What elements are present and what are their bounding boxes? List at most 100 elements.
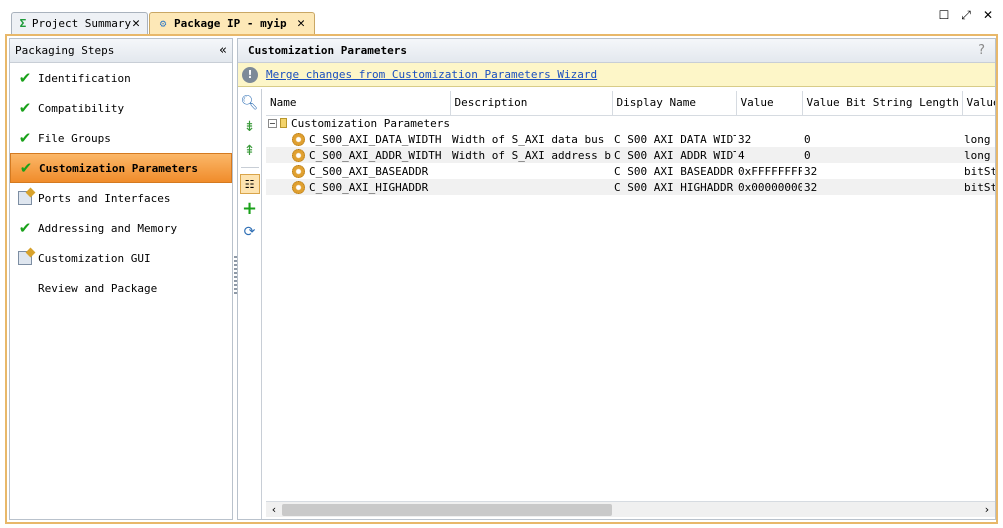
info-icon: ! <box>242 66 258 83</box>
expand-all-icon[interactable]: ⇞ <box>240 141 260 161</box>
tab-label: Project Summary <box>31 17 132 30</box>
param-bit-length: 0 <box>804 132 811 146</box>
step-label: Addressing and Memory <box>38 221 178 235</box>
param-display-name: C S00 AXI HIGHADDR <box>612 179 736 195</box>
collapse-toggle-icon[interactable]: − <box>268 118 277 128</box>
step-addressing-and-memory[interactable]: ✔ Addressing and Memory <box>10 213 232 243</box>
add-icon[interactable]: + <box>240 198 260 219</box>
step-file-groups[interactable]: ✔ File Groups <box>10 123 232 153</box>
collapse-icon[interactable]: « <box>219 43 227 58</box>
help-icon[interactable]: ? <box>978 43 985 58</box>
merge-banner: ! Merge changes from Customization Param… <box>238 63 995 87</box>
column-header-display-name[interactable]: Display Name <box>612 91 737 116</box>
param-name: C_S00_AXI_DATA_WIDTH <box>309 132 442 146</box>
restore-icon[interactable]: ☐ <box>937 8 951 22</box>
step-ports-and-interfaces[interactable]: Ports and Interfaces <box>10 183 232 213</box>
tab-package-ip[interactable]: ⚙ Package IP - myip ✕ <box>149 12 315 34</box>
check-icon: ✔ <box>18 69 32 87</box>
packaging-steps-panel: Packaging Steps « ✔ Identification ✔ Com… <box>9 38 233 520</box>
table-row[interactable]: C_S00_AXI_DATA_WIDTH Width of S_AXI data… <box>266 131 995 147</box>
merge-changes-link[interactable]: Merge changes from Customization Paramet… <box>266 68 597 81</box>
column-header-description[interactable]: Description <box>450 91 613 116</box>
packaging-steps-list: ✔ Identification ✔ Compatibility ✔ File … <box>10 63 232 303</box>
step-label: Ports and Interfaces <box>38 191 171 205</box>
refresh-icon[interactable]: ⟳ <box>240 222 260 242</box>
editor-tab-bar: Σ Project Summary ✕ ⚙ Package IP - myip … <box>0 0 1003 36</box>
param-value-format: bitStr <box>962 179 995 195</box>
param-display-name: C S00 AXI ADDR WIDTH <box>612 147 736 163</box>
panel-title: Customization Parameters <box>248 44 407 57</box>
tab-project-summary[interactable]: Σ Project Summary ✕ <box>11 12 148 34</box>
param-value[interactable]: 32 <box>736 131 802 147</box>
step-label: Review and Package <box>38 281 158 295</box>
package-ip-editor: Packaging Steps « ✔ Identification ✔ Com… <box>5 34 998 524</box>
param-description: Width of S_AXI address bus <box>450 147 612 163</box>
column-header-bit-length[interactable]: Value Bit String Length <box>802 91 963 116</box>
param-value-format: bitStr <box>964 164 995 178</box>
customization-parameters-panel: Customization Parameters ? ! Merge chang… <box>237 38 996 520</box>
table-row[interactable]: C_S00_AXI_BASEADDR C S00 AXI BASEADDR 0x… <box>266 163 995 179</box>
edit-document-icon <box>16 250 34 266</box>
table-row[interactable]: C_S00_AXI_ADDR_WIDTH Width of S_AXI addr… <box>266 147 995 163</box>
tab-label: Package IP - myip <box>174 17 287 30</box>
hierarchy-view-icon[interactable]: ☷ <box>239 174 260 194</box>
close-icon[interactable]: ✕ <box>981 8 995 22</box>
check-icon: ✔ <box>19 159 33 177</box>
param-name: C_S00_AXI_ADDR_WIDTH <box>309 148 442 162</box>
search-icon[interactable]: 🔍︎ <box>240 93 260 113</box>
packaging-steps-header: Packaging Steps « <box>10 39 232 63</box>
scroll-left-icon[interactable]: ‹ <box>266 502 282 518</box>
parameters-table: Name Description Display Name Value Valu… <box>266 91 995 503</box>
close-icon[interactable]: ✕ <box>131 16 141 31</box>
customization-parameters-header: Customization Parameters ? <box>238 39 995 63</box>
gear-icon <box>292 148 305 162</box>
step-customization-parameters[interactable]: ✔ Customization Parameters <box>10 153 232 183</box>
step-identification[interactable]: ✔ Identification <box>10 63 232 93</box>
param-bit-length: 0 <box>802 147 962 163</box>
collapse-all-icon[interactable]: ⇟ <box>240 117 260 137</box>
check-icon: ✔ <box>18 129 32 147</box>
param-display-name: C S00 AXI DATA WIDTH <box>614 132 736 146</box>
column-header-value[interactable]: Value <box>736 91 803 116</box>
horizontal-scrollbar[interactable]: ‹ › <box>266 501 995 517</box>
param-name: C_S00_AXI_HIGHADDR <box>309 180 429 194</box>
scroll-right-icon[interactable]: › <box>979 502 995 518</box>
table-header-row: Name Description Display Name Value Valu… <box>266 91 995 116</box>
panel-title: Packaging Steps <box>15 44 115 57</box>
edit-document-icon <box>16 190 34 206</box>
param-value[interactable]: 4 <box>736 147 802 163</box>
step-review-and-package[interactable]: Review and Package <box>10 273 232 303</box>
step-compatibility[interactable]: ✔ Compatibility <box>10 93 232 123</box>
check-icon: ✔ <box>18 219 32 237</box>
column-header-value-format[interactable]: Value <box>962 91 995 116</box>
table-group-row[interactable]: − Customization Parameters <box>266 115 995 131</box>
param-description <box>450 179 612 195</box>
param-display-name: C S00 AXI BASEADDR <box>614 164 734 178</box>
step-label: Compatibility <box>38 101 125 115</box>
step-label: Customization Parameters <box>39 161 198 175</box>
param-description <box>450 163 612 179</box>
parameters-toolbar: 🔍︎ ⇟ ⇞ ☷ + ⟳ <box>238 89 262 519</box>
folder-icon <box>279 118 288 129</box>
step-label: Identification <box>38 71 131 85</box>
toolbar-separator <box>240 167 259 168</box>
float-icon[interactable]: ⤢ <box>959 8 973 22</box>
sigma-icon: Σ <box>19 17 27 30</box>
close-icon[interactable]: ✕ <box>294 16 308 31</box>
table-row[interactable]: C_S00_AXI_HIGHADDR C S00 AXI HIGHADDR 0x… <box>266 179 995 195</box>
scroll-thumb[interactable] <box>282 503 612 516</box>
param-bit-length: 32 <box>802 179 962 195</box>
scroll-track[interactable] <box>282 503 979 516</box>
param-description: Width of S_AXI data bus <box>452 132 605 146</box>
gear-icon <box>292 164 305 178</box>
param-name: C_S00_AXI_BASEADDR <box>309 164 429 178</box>
window-controls: ☐ ⤢ ✕ <box>937 8 995 23</box>
param-value-format: long <box>962 147 995 163</box>
group-label: Customization Parameters <box>291 116 450 130</box>
param-value[interactable]: 0x00000000 <box>736 179 802 195</box>
param-value[interactable]: 0xFFFFFFFF <box>736 163 802 179</box>
gear-icon <box>292 180 305 194</box>
column-header-name[interactable]: Name <box>266 91 451 116</box>
step-customization-gui[interactable]: Customization GUI <box>10 243 232 273</box>
check-icon: ✔ <box>18 99 32 117</box>
